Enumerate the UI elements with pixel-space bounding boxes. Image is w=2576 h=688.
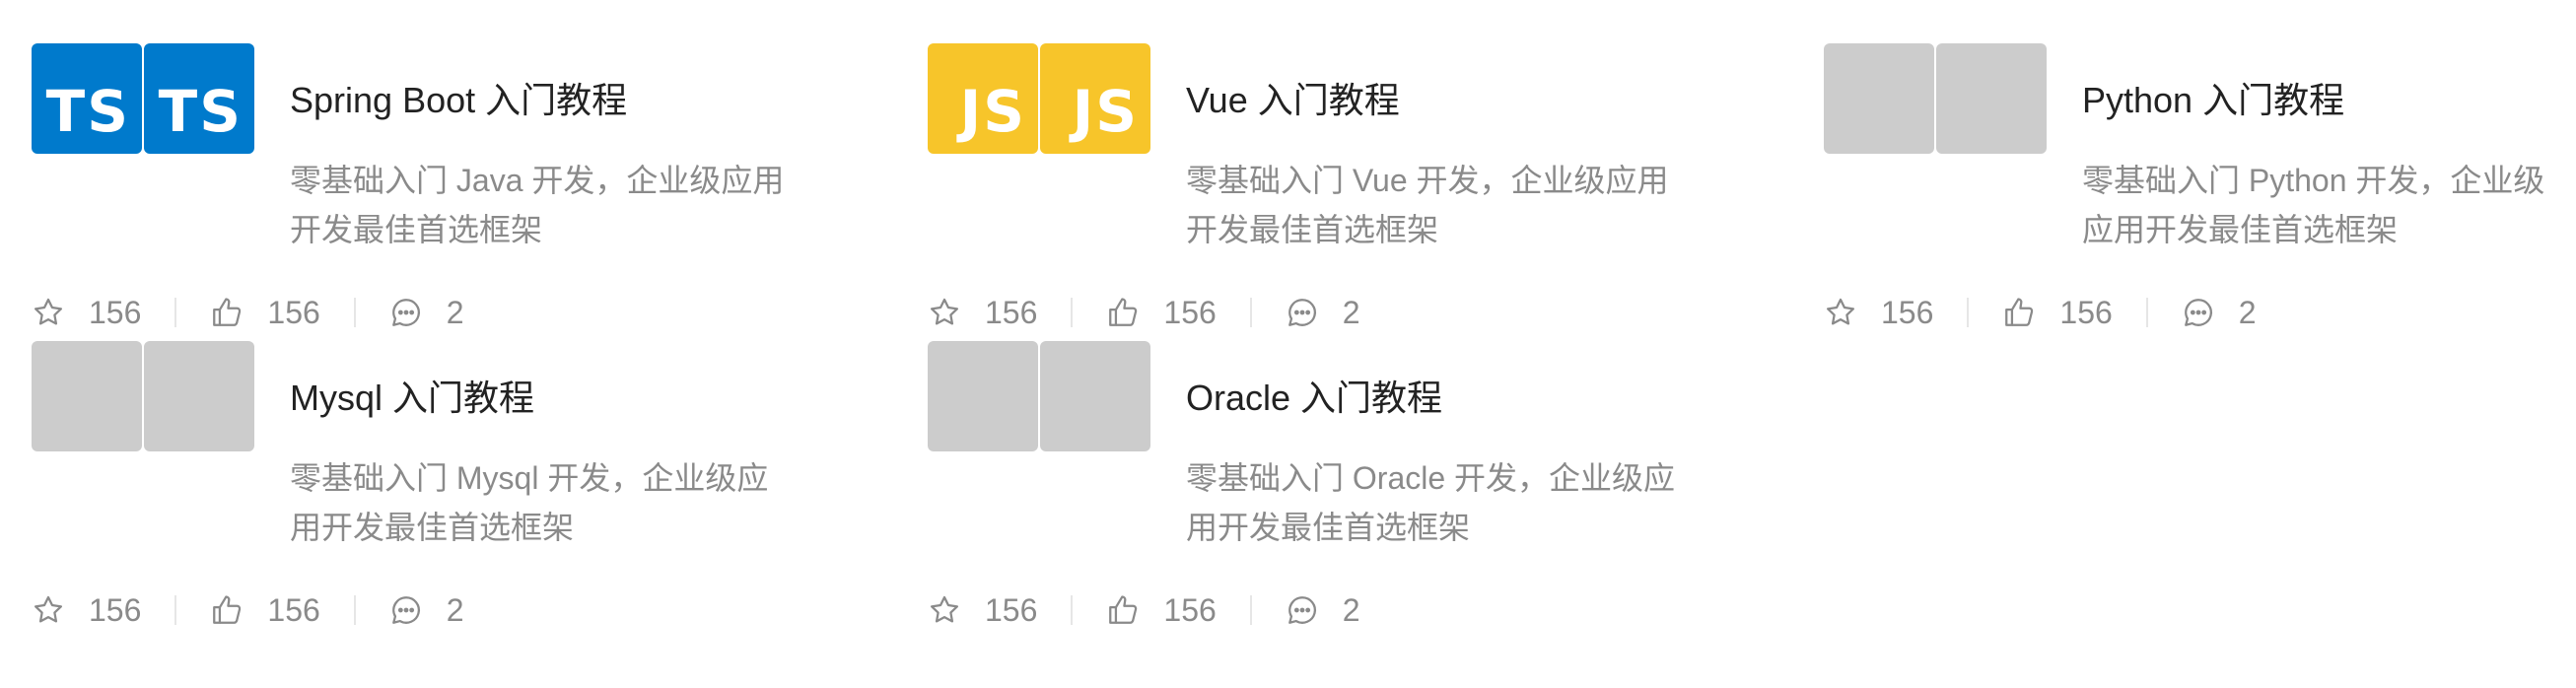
star-count: 156 xyxy=(1881,294,1934,330)
comment-icon[interactable] xyxy=(389,593,423,627)
course-thumbnails xyxy=(32,341,254,453)
course-description: 零基础入门 Java 开发，企业级应用开发最佳首选框架 xyxy=(290,163,785,247)
course-stats: 156 156 2 xyxy=(32,290,464,335)
star-stat[interactable]: 156 xyxy=(928,592,1037,629)
like-count: 156 xyxy=(267,591,320,628)
course-card[interactable]: TS TS Spring Boot 入门教程 零基础入门 Java 开发，企业级… xyxy=(32,43,899,339)
comment-stat[interactable]: 2 xyxy=(389,592,464,629)
course-thumbnail: JS xyxy=(928,43,1038,154)
course-title[interactable]: Mysql 入门教程 xyxy=(290,380,534,416)
like-stat[interactable]: 156 xyxy=(210,591,320,629)
course-title[interactable]: Python 入门教程 xyxy=(2082,83,2344,118)
course-stats: 156 156 2 xyxy=(1824,290,2257,335)
comment-icon[interactable] xyxy=(1286,593,1319,627)
star-icon[interactable] xyxy=(32,296,65,329)
comment-stat[interactable]: 2 xyxy=(389,295,464,331)
thumbs-up-icon[interactable] xyxy=(210,296,244,329)
course-thumbnail xyxy=(1824,43,1934,154)
course-description: 零基础入门 Oracle 开发，企业级应用开发最佳首选框架 xyxy=(1186,460,1676,545)
course-thumbnails xyxy=(928,341,1150,453)
star-stat[interactable]: 156 xyxy=(32,295,141,331)
comment-count: 2 xyxy=(446,591,464,628)
course-thumbnail xyxy=(144,341,254,451)
like-count: 156 xyxy=(267,294,320,330)
like-stat[interactable]: 156 xyxy=(1106,294,1217,331)
thumbs-up-icon[interactable] xyxy=(210,593,244,627)
course-thumbnail xyxy=(32,341,142,451)
star-stat[interactable]: 156 xyxy=(928,295,1037,331)
star-icon[interactable] xyxy=(928,296,961,329)
comment-stat[interactable]: 2 xyxy=(1286,295,1360,331)
course-card[interactable]: Python 入门教程 零基础入门 Python 开发，企业级应用开发最佳首选框… xyxy=(1824,43,2576,339)
star-stat[interactable]: 156 xyxy=(1824,295,1933,331)
star-count: 156 xyxy=(89,591,142,628)
like-count: 156 xyxy=(2059,294,2113,330)
like-stat[interactable]: 156 xyxy=(1106,591,1217,629)
thumbs-up-icon[interactable] xyxy=(1106,296,1140,329)
course-card[interactable]: JS JS Vue 入门教程 零基础入门 Vue 开发，企业级应用开发最佳首选框… xyxy=(928,43,1795,339)
course-thumbnail xyxy=(928,341,1038,451)
course-stats: 156 156 2 xyxy=(928,587,1360,633)
course-thumbnail xyxy=(1040,341,1150,451)
course-description: 零基础入门 Vue 开发，企业级应用开发最佳首选框架 xyxy=(1186,163,1669,247)
course-title[interactable]: Oracle 入门教程 xyxy=(1186,380,1442,416)
comment-stat[interactable]: 2 xyxy=(1286,592,1360,629)
comment-count: 2 xyxy=(2238,294,2257,330)
course-thumbnail: JS xyxy=(1040,43,1150,154)
star-count: 156 xyxy=(985,591,1038,628)
course-stats: 156 156 2 xyxy=(928,290,1360,335)
divider xyxy=(1071,298,1074,327)
divider xyxy=(1249,298,1252,327)
comment-icon[interactable] xyxy=(1286,296,1319,329)
star-stat[interactable]: 156 xyxy=(32,592,141,629)
course-description: 零基础入门 Python 开发，企业级应用开发最佳首选框架 xyxy=(2082,163,2545,247)
star-count: 156 xyxy=(89,294,142,330)
comment-count: 2 xyxy=(1342,591,1360,628)
comment-count: 2 xyxy=(1342,294,1360,330)
comment-stat[interactable]: 2 xyxy=(2182,295,2257,331)
comment-icon[interactable] xyxy=(2182,296,2215,329)
star-icon[interactable] xyxy=(32,593,65,627)
divider xyxy=(1071,595,1074,625)
divider xyxy=(174,595,177,625)
comment-count: 2 xyxy=(446,294,464,330)
course-card[interactable]: Oracle 入门教程 零基础入门 Oracle 开发，企业级应用开发最佳首选框… xyxy=(928,341,1795,637)
divider xyxy=(353,298,356,327)
divider xyxy=(2145,298,2148,327)
thumbs-up-icon[interactable] xyxy=(1106,593,1140,627)
divider xyxy=(174,298,177,327)
divider xyxy=(1249,595,1252,625)
star-icon[interactable] xyxy=(928,593,961,627)
course-card[interactable]: Mysql 入门教程 零基础入门 Mysql 开发，企业级应用开发最佳首选框架 … xyxy=(32,341,899,637)
course-thumbnails: TS TS xyxy=(32,43,254,156)
course-thumbnail: TS xyxy=(32,43,142,154)
course-thumbnail: TS xyxy=(144,43,254,154)
course-thumbnails: JS JS xyxy=(928,43,1150,156)
star-count: 156 xyxy=(985,294,1038,330)
star-icon[interactable] xyxy=(1824,296,1857,329)
course-description: 零基础入门 Mysql 开发，企业级应用开发最佳首选框架 xyxy=(290,460,769,545)
divider xyxy=(1967,298,1970,327)
comment-icon[interactable] xyxy=(389,296,423,329)
course-stats: 156 156 2 xyxy=(32,587,464,633)
thumbs-up-icon[interactable] xyxy=(2002,296,2036,329)
course-thumbnail xyxy=(1936,43,2047,154)
course-title[interactable]: Vue 入门教程 xyxy=(1186,83,1400,118)
like-stat[interactable]: 156 xyxy=(2002,294,2113,331)
like-stat[interactable]: 156 xyxy=(210,294,320,331)
course-title[interactable]: Spring Boot 入门教程 xyxy=(290,83,627,118)
divider xyxy=(353,595,356,625)
course-thumbnails xyxy=(1824,43,2047,156)
like-count: 156 xyxy=(1163,591,1217,628)
like-count: 156 xyxy=(1163,294,1217,330)
